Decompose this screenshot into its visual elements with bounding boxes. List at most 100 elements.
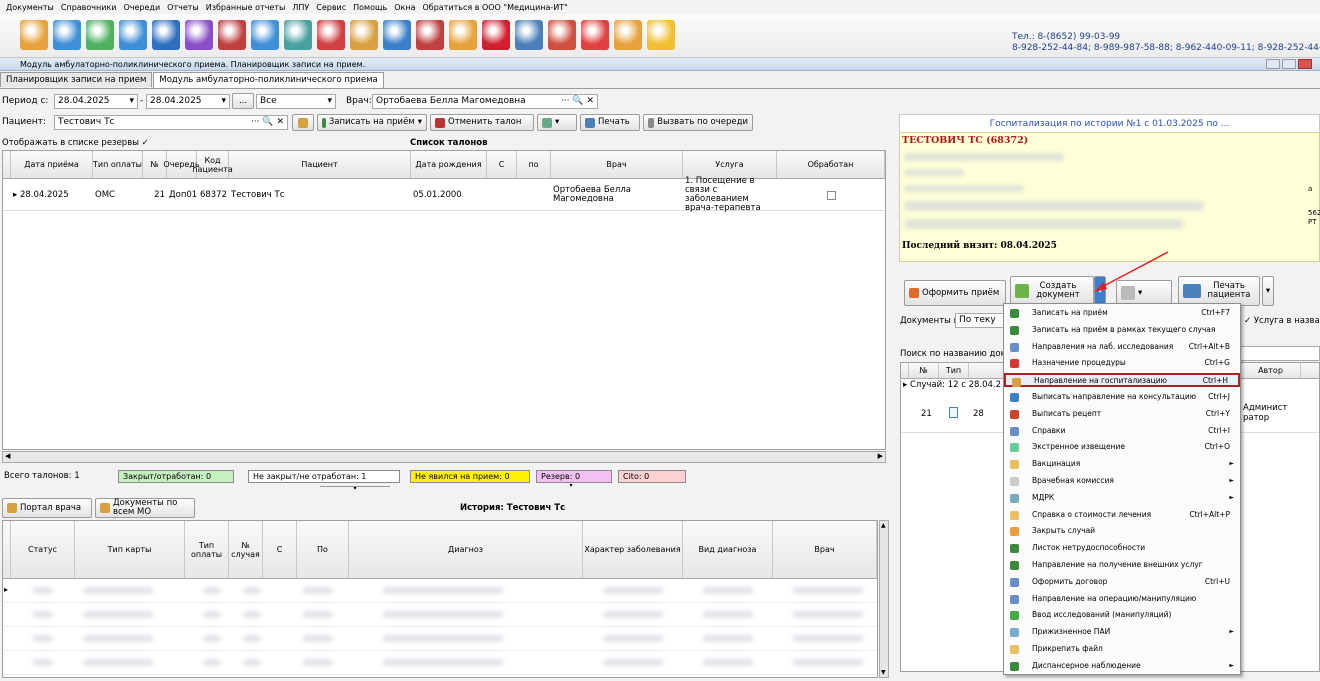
history-col-header[interactable]: № случая	[229, 521, 263, 578]
menu-item[interactable]: Закрыть случай	[1004, 524, 1240, 538]
chat-toolbar-icon[interactable]	[614, 20, 642, 50]
case-group-row[interactable]: ▸ Случай: 12 с 28.04.2	[903, 380, 1001, 390]
history-col-header[interactable]: Характер заболевания	[583, 521, 683, 578]
menu-item[interactable]: Выписать направление на консультацию Ctrl…	[1004, 390, 1240, 404]
patient-field[interactable]: Тестович Тс ··· 🔍 ✕	[54, 115, 288, 130]
history-col-header[interactable]: Диагноз	[349, 521, 583, 578]
call-queue-button[interactable]: Вызвать по очереди	[643, 114, 753, 131]
history-col-header[interactable]: Тип карты	[75, 521, 185, 578]
search-toolbar-icon[interactable]	[284, 20, 312, 50]
doc-search-input[interactable]	[1240, 346, 1320, 361]
history-col-header[interactable]: Врач	[773, 521, 877, 578]
col-header[interactable]: Услуга	[683, 151, 777, 178]
col-header[interactable]: Врач	[551, 151, 683, 178]
people-toolbar-icon[interactable]	[416, 20, 444, 50]
menu-item[interactable]: Записать на приём Ctrl+F7	[1004, 306, 1240, 320]
col-header[interactable]: Дата приёма	[11, 151, 93, 178]
table-row[interactable]: ▸ 28.04.2025 ОМС 21 Доп01 68372 Тестович Тс 05…	[3, 177, 885, 213]
horizontal-scrollbar[interactable]: ◀ ▶	[2, 451, 886, 463]
doctor-field[interactable]: Ортобаева Белла Магомедовна ··· 🔍 ✕	[372, 94, 598, 109]
history-col-header[interactable]: Тип оплаты	[185, 521, 229, 578]
col-header[interactable]: Тип оплаты	[93, 151, 143, 178]
settings-dropdown-button[interactable]: ▾	[537, 114, 577, 131]
menu-3[interactable]: Отчеты	[167, 3, 199, 12]
menu-item[interactable]: МДРК ►	[1004, 491, 1240, 505]
all-mo-docs-button[interactable]: Документы по всем МО	[95, 498, 195, 518]
cancel-ticket-button[interactable]: Отменить талон	[430, 114, 534, 131]
tasks-toolbar-icon[interactable]	[515, 20, 543, 50]
col-header[interactable]: Пациент	[229, 151, 411, 178]
patient-card-button[interactable]	[292, 114, 314, 131]
scroll-down-icon[interactable]: ▼	[881, 669, 886, 676]
heart-toolbar-icon[interactable]	[317, 20, 345, 50]
scroll-right-icon[interactable]: ▶	[878, 452, 883, 460]
book-toolbar-icon[interactable]	[482, 20, 510, 50]
history-row[interactable]	[3, 651, 877, 675]
menu-4[interactable]: Избранные отчеты	[206, 3, 286, 12]
status-filter-select[interactable]: Все ▾	[256, 94, 336, 109]
scroll-left-icon[interactable]: ◀	[5, 452, 10, 460]
col-header[interactable]: Дата рождения	[411, 151, 487, 178]
create-document-button[interactable]: Создать документ	[1010, 276, 1094, 306]
history-row[interactable]	[3, 603, 877, 627]
menu-item[interactable]: Вакцинация ►	[1004, 457, 1240, 471]
history-col-header[interactable]: С	[263, 521, 297, 578]
menu-item[interactable]: Ввод исследований (манипуляций)	[1004, 608, 1240, 622]
menu-item[interactable]: Справки Ctrl+I	[1004, 424, 1240, 438]
menu-item[interactable]: Назначение процедуры Ctrl+G	[1004, 356, 1240, 370]
row-indicator[interactable]	[3, 521, 11, 578]
menu-item[interactable]: Прикрепить файл	[1004, 642, 1240, 656]
history-col-header[interactable]: Вид диагноза	[683, 521, 773, 578]
tab-scheduler[interactable]: Планировщик записи на прием	[0, 72, 153, 87]
period-picker-button[interactable]: ...	[232, 93, 254, 109]
menu-item[interactable]: Записать на приём в рамках текущего случ…	[1004, 323, 1240, 337]
menu-item[interactable]: Врачебная комиссия ►	[1004, 474, 1240, 488]
maximize-icon[interactable]	[1282, 59, 1296, 69]
menu-item[interactable]: Листок нетрудоспособности	[1004, 541, 1240, 555]
bookmark-toolbar-icon[interactable]	[449, 20, 477, 50]
col-header[interactable]: Обработан	[777, 151, 885, 178]
docs-by-select[interactable]: По теку	[955, 313, 1005, 328]
lock-toolbar-icon[interactable]	[581, 20, 609, 50]
pen-toolbar-icon[interactable]	[218, 20, 246, 50]
col-header[interactable]: С	[487, 151, 517, 178]
notes-toolbar-icon[interactable]	[185, 20, 213, 50]
history-scrollbar[interactable]: ▲ ▼	[879, 520, 889, 678]
col-header[interactable]: Код пациента	[192, 151, 233, 178]
menu-6[interactable]: Сервис	[316, 3, 346, 12]
menu-item[interactable]: Экстренное извещение Ctrl+O	[1004, 440, 1240, 454]
reserve-toggle[interactable]: Отображать в списке резервы ✓	[2, 138, 149, 148]
splitter-bottom[interactable]: ▾	[536, 483, 606, 490]
reports-toolbar-icon[interactable]	[152, 20, 180, 50]
book-appointment-button[interactable]: Записать на приём ▾	[317, 114, 427, 131]
menu-item[interactable]: Выписать рецепт Ctrl+Y	[1004, 407, 1240, 421]
menu-item[interactable]: Прижизненное ПАИ ►	[1004, 625, 1240, 639]
doctor-portal-button[interactable]: Портал врача	[2, 498, 92, 518]
menu-item[interactable]: Направление на операцию/манипуляцию	[1004, 592, 1240, 606]
menu-0[interactable]: Документы	[6, 3, 54, 12]
menu-7[interactable]: Помощь	[353, 3, 387, 12]
menu-2[interactable]: Очереди	[123, 3, 160, 12]
service-in-name-checkbox[interactable]: ✓ Услуга в назван	[1244, 316, 1320, 326]
calendar-toolbar-icon[interactable]	[119, 20, 147, 50]
menu-item[interactable]: Диспансерное наблюдение ►	[1004, 659, 1240, 673]
menu-5[interactable]: ЛПУ	[292, 3, 309, 12]
menu-item[interactable]: Направление на получение внешних услуг	[1004, 558, 1240, 572]
history-col-header[interactable]: Статус	[11, 521, 75, 578]
extra-toolbar-icon[interactable]	[647, 20, 675, 50]
contacts-toolbar-icon[interactable]	[548, 20, 576, 50]
menu-1[interactable]: Справочники	[61, 3, 117, 12]
schedule-toolbar-icon[interactable]	[86, 20, 114, 50]
patients-toolbar-icon[interactable]	[20, 20, 48, 50]
sharp-toolbar-icon[interactable]	[350, 20, 378, 50]
print-button[interactable]: Печать	[580, 114, 640, 131]
menu-item[interactable]: Направление на госпитализацию Ctrl+H	[1004, 373, 1240, 388]
journal-toolbar-icon[interactable]	[53, 20, 81, 50]
cards-toolbar-icon[interactable]	[251, 20, 279, 50]
print-patient-button[interactable]: Печать пациента	[1178, 276, 1260, 306]
date-to-field[interactable]: 28.04.2025 ▾	[146, 94, 230, 109]
close-icon[interactable]	[1298, 59, 1312, 69]
splitter-top[interactable]: ▾	[320, 486, 390, 492]
minimize-icon[interactable]	[1266, 59, 1280, 69]
date-from-field[interactable]: 28.04.2025 ▾	[54, 94, 138, 109]
